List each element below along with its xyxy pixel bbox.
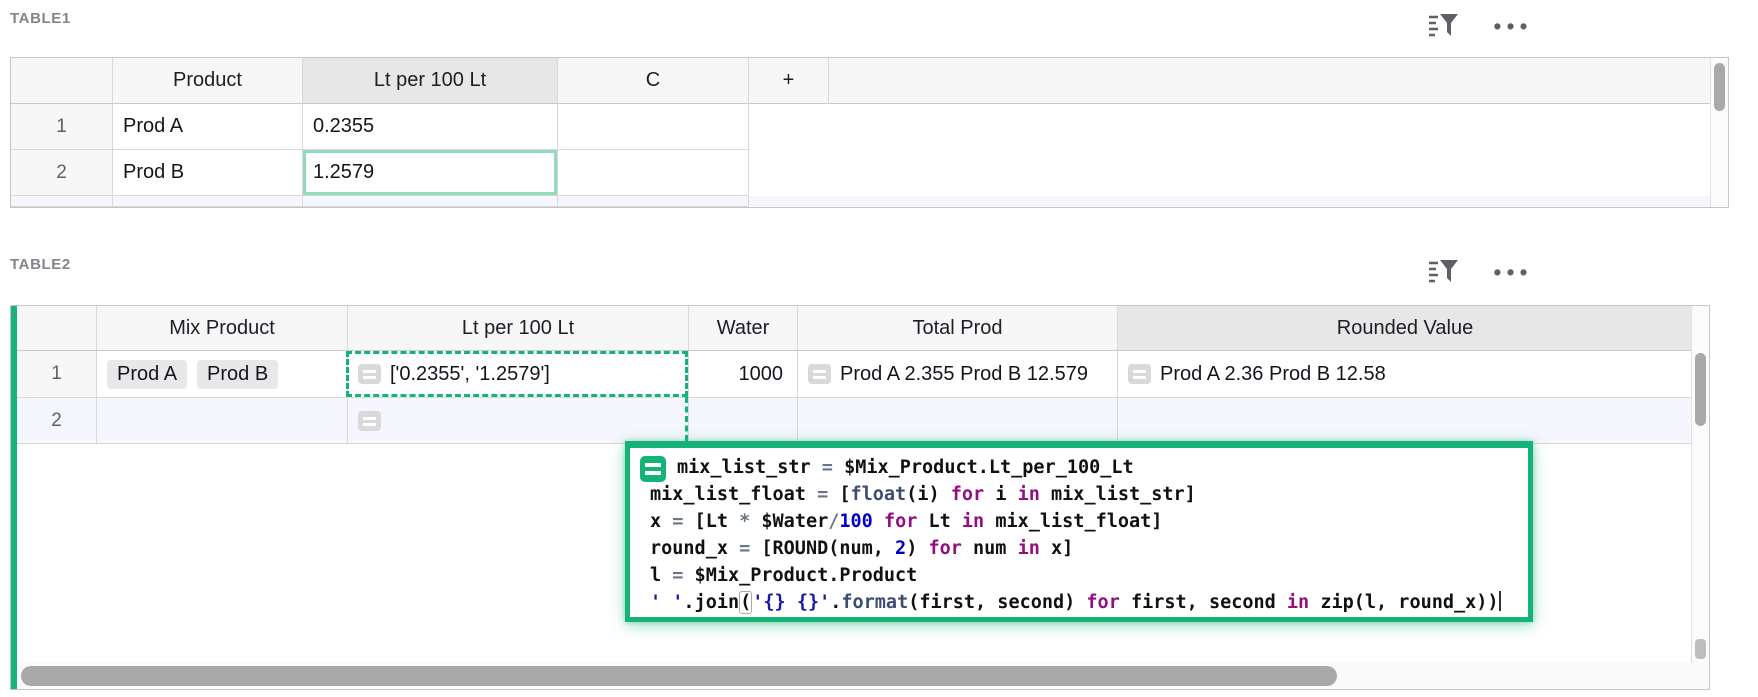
t1-header-product[interactable]: Product	[113, 58, 303, 104]
t1-addrow-lt[interactable]	[303, 196, 558, 207]
t1-header-add-column[interactable]: +	[749, 58, 829, 104]
t2-row2-water[interactable]	[689, 398, 798, 444]
t1-addrow-number[interactable]	[11, 196, 113, 207]
t2-row1-number[interactable]: 1	[17, 351, 97, 398]
t1-row2-number[interactable]: 2	[11, 150, 113, 196]
sort-filter-icon	[1426, 28, 1460, 43]
t1-row1-product[interactable]: Prod A	[113, 104, 303, 150]
reference-chip: Prod A	[107, 360, 187, 389]
formula-equals-icon	[358, 411, 381, 431]
t1-header-c[interactable]: C	[558, 58, 749, 104]
t2-row2-rounded-value[interactable]	[1118, 398, 1692, 444]
formula-line: mix_list_str = $Mix_Product.Lt_per_100_L…	[650, 454, 1524, 481]
table1-grid: Product Lt per 100 Lt C + 1 Prod A 0.235…	[10, 57, 1729, 208]
table1-scroll-thumb[interactable]	[1714, 63, 1725, 111]
t1-addrow-product[interactable]	[113, 196, 303, 207]
t2-header-water[interactable]: Water	[689, 306, 798, 351]
t2-row1-rounded-value[interactable]: Prod A 2.36 Prod B 12.58	[1118, 351, 1692, 398]
formula-line: mix_list_float = [float(i) for i in mix_…	[650, 481, 1524, 508]
t1-row1-number[interactable]: 1	[11, 104, 113, 150]
table2-hscroll-thumb[interactable]	[21, 666, 1337, 686]
formula-code-area[interactable]: mix_list_str = $Mix_Product.Lt_per_100_L…	[630, 448, 1528, 617]
t2-header-total-prod[interactable]: Total Prod	[798, 306, 1118, 351]
formula-line: x = [Lt * $Water/100 for Lt in mix_list_…	[650, 508, 1524, 535]
table1-sort-filter-button[interactable]	[1425, 10, 1461, 42]
t2-row2-mix-product[interactable]	[97, 398, 348, 444]
formula-equals-icon	[808, 364, 831, 384]
table2-scroll-thumb[interactable]	[1695, 353, 1706, 426]
active-table-indicator	[11, 306, 17, 689]
cell-value: Prod A 2.36 Prod B 12.58	[1160, 363, 1386, 386]
t1-row1-lt[interactable]: 0.2355	[303, 104, 558, 150]
t1-addrow-c[interactable]	[558, 196, 749, 207]
table2-title: TABLE2	[10, 256, 71, 273]
table1-grid-inner: Product Lt per 100 Lt C + 1 Prod A 0.235…	[11, 58, 1711, 207]
cell-value: Prod A 2.355 Prod B 12.579	[840, 363, 1088, 386]
t1-row1-filler	[749, 104, 1711, 150]
three-dots-icon: •••	[1493, 13, 1532, 39]
t1-header-filler	[829, 58, 1711, 104]
reference-chip: Prod B	[197, 360, 278, 389]
t1-header-rownum[interactable]	[11, 58, 113, 104]
t2-header-rounded-value[interactable]: Rounded Value	[1118, 306, 1692, 351]
t1-header-lt-per-100-lt[interactable]: Lt per 100 Lt	[303, 58, 558, 104]
table1-menu-button[interactable]: •••	[1490, 14, 1536, 38]
t1-row2-c[interactable]	[558, 150, 749, 196]
t1-row2-filler	[749, 150, 1711, 196]
t2-row2-number[interactable]: 2	[17, 398, 97, 444]
editing-cell-outline	[346, 351, 688, 397]
formula-line: l = $Mix_Product.Product	[650, 562, 1524, 589]
table1-title: TABLE1	[10, 10, 71, 27]
table2-menu-button[interactable]: •••	[1490, 260, 1536, 284]
table2-sort-filter-button[interactable]	[1425, 256, 1461, 288]
grist-document-view: TABLE1 ••• Product Lt per 100 Lt C + 1 P…	[0, 0, 1758, 697]
t2-header-lt-per-100-lt[interactable]: Lt per 100 Lt	[348, 306, 689, 351]
sort-filter-icon	[1426, 274, 1460, 289]
t1-row1-c[interactable]	[558, 104, 749, 150]
formula-line: round_x = [ROUND(num, 2) for num in x]	[650, 535, 1524, 562]
t1-row2-product[interactable]: Prod B	[113, 150, 303, 196]
t1-row2-lt-selected-cell[interactable]: 1.2579	[303, 150, 558, 196]
table2-vertical-scrollbar[interactable]	[1691, 306, 1709, 663]
table1-vertical-scrollbar[interactable]	[1710, 58, 1728, 207]
formula-line: ' '.join('{} {}'.format(first, second) f…	[650, 589, 1524, 616]
t2-row2-total-prod[interactable]	[798, 398, 1118, 444]
t2-header-rownum[interactable]	[17, 306, 97, 351]
table2-horizontal-scrollbar[interactable]	[17, 663, 1709, 689]
table2-scroll-corner	[1695, 639, 1706, 659]
formula-editor-popup[interactable]: mix_list_str = $Mix_Product.Lt_per_100_L…	[625, 441, 1533, 622]
editing-cell-outline-connector	[685, 397, 688, 441]
t2-row1-total-prod[interactable]: Prod A 2.355 Prod B 12.579	[798, 351, 1118, 398]
t2-row1-water[interactable]: 1000	[689, 351, 798, 398]
table2-grid-inner: Mix Product Lt per 100 Lt Water Total Pr…	[17, 306, 1692, 444]
t1-addrow-filler	[749, 196, 1711, 207]
t2-row2-lt[interactable]	[348, 398, 689, 444]
t2-header-mix-product[interactable]: Mix Product	[97, 306, 348, 351]
t2-row1-mix-product[interactable]: Prod A Prod B	[97, 351, 348, 398]
formula-equals-icon	[1128, 364, 1151, 384]
three-dots-icon: •••	[1493, 259, 1532, 285]
